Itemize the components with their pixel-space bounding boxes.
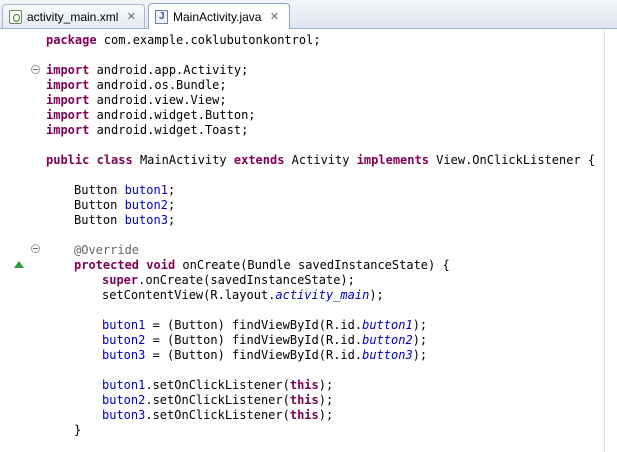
code-line: import android.widget.Button; (46, 108, 256, 122)
code-line: super.onCreate(savedInstanceState); (102, 273, 355, 287)
code-line: buton3 = (Button) findViewById(R.id.butt… (102, 348, 428, 362)
java-file-icon (155, 9, 168, 24)
code-line: buton2 = (Button) findViewById(R.id.butt… (102, 333, 428, 347)
code-line: import android.view.View; (46, 93, 227, 107)
code-line: Button buton2; (74, 198, 176, 212)
editor-right-border (604, 29, 605, 452)
code-line: Button buton1; (74, 183, 176, 197)
code-line: setContentView(R.layout.activity_main); (102, 288, 384, 302)
code-line: import android.app.Activity; (46, 63, 249, 77)
xml-file-icon (9, 9, 22, 24)
close-icon[interactable]: ✕ (269, 10, 279, 23)
fold-toggle-icon[interactable] (31, 244, 40, 253)
code-line: public class MainActivity extends Activi… (46, 153, 596, 167)
code-line: @Override (74, 243, 140, 257)
fold-toggle-icon[interactable] (31, 65, 40, 74)
tab-activity-main-xml[interactable]: activity_main.xml ✕ (2, 4, 145, 28)
tab-label: MainActivity.java (173, 9, 262, 24)
code-line: protected void onCreate(Bundle savedInst… (74, 258, 450, 272)
editor-tab-bar: activity_main.xml ✕ MainActivity.java ✕ (0, 0, 617, 29)
code-line: buton2.setOnClickListener(this); (102, 393, 334, 407)
code-line: import android.os.Bundle; (46, 78, 227, 92)
editor-gutter (0, 29, 44, 452)
tab-label: activity_main.xml (27, 9, 119, 24)
tab-mainactivity-java[interactable]: MainActivity.java ✕ (148, 3, 290, 29)
code-line: buton3.setOnClickListener(this); (102, 408, 334, 422)
code-line: buton1 = (Button) findViewById(R.id.butt… (102, 318, 428, 332)
code-line: Button buton3; (74, 213, 176, 227)
code-line: import android.widget.Toast; (46, 123, 249, 137)
code-line: package com.example.coklubutonkontrol; (46, 33, 321, 47)
code-line: buton1.setOnClickListener(this); (102, 378, 334, 392)
close-icon[interactable]: ✕ (126, 10, 136, 23)
override-marker-icon (14, 261, 24, 268)
code-line: } (74, 423, 82, 437)
